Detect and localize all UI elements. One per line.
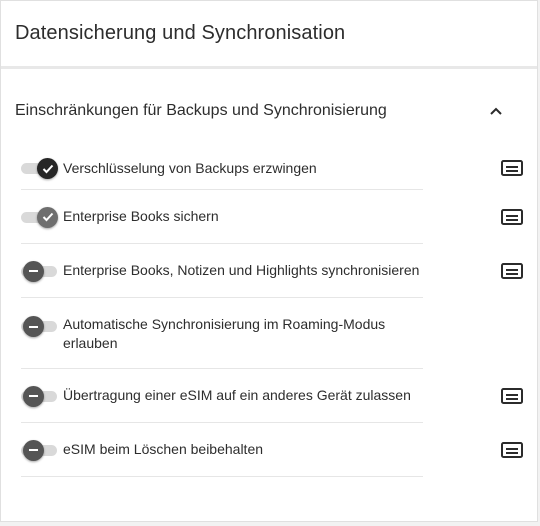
setting-row-backup-encryption: Verschlüsselung von Backups erzwingen (21, 147, 523, 190)
settings-list: Verschlüsselung von Backups erzwingen En… (1, 147, 537, 477)
check-icon (42, 212, 53, 222)
toggle-esim-transfer[interactable] (21, 385, 61, 407)
toggle-enterprise-books-sync[interactable] (21, 260, 61, 282)
details-card-icon[interactable] (501, 388, 523, 404)
settings-panel: Datensicherung und Synchronisation Einsc… (0, 0, 538, 522)
setting-label: Übertragung einer eSIM auf ein anderes G… (63, 387, 411, 403)
toggle-roaming-sync[interactable] (21, 315, 61, 337)
toggle-knob (37, 158, 58, 179)
check-icon (42, 164, 53, 173)
minus-icon (23, 439, 44, 461)
setting-label: Verschlüsselung von Backups erzwingen (63, 159, 317, 176)
setting-row-enterprise-books-sync: Enterprise Books, Notizen und Highlights… (21, 244, 523, 298)
setting-label: Automatische Synchronisierung im Roaming… (63, 316, 386, 351)
section-title: Einschränkungen für Backups und Synchron… (15, 102, 387, 119)
toggle-enterprise-books-backup[interactable] (21, 206, 61, 228)
minus-icon (23, 260, 44, 282)
details-card-icon[interactable] (501, 209, 523, 225)
toggle-esim-keep-on-erase[interactable] (21, 439, 61, 461)
toggle-backup-encryption[interactable] (21, 157, 61, 179)
page-header: Datensicherung und Synchronisation (1, 1, 537, 69)
setting-label: Enterprise Books, Notizen und Highlights… (63, 262, 420, 278)
section-header[interactable]: Einschränkungen für Backups und Synchron… (1, 69, 537, 153)
minus-icon (23, 316, 44, 337)
toggle-knob (37, 206, 58, 228)
details-card-icon[interactable] (501, 160, 523, 176)
setting-row-esim-transfer: Übertragung einer eSIM auf ein anderes G… (21, 369, 523, 423)
setting-label: eSIM beim Löschen beibehalten (63, 441, 264, 457)
setting-label: Enterprise Books sichern (63, 208, 219, 224)
details-card-icon[interactable] (501, 442, 523, 458)
chevron-up-icon[interactable] (489, 104, 503, 118)
setting-row-enterprise-books-backup: Enterprise Books sichern (21, 190, 523, 244)
setting-row-esim-keep-on-erase: eSIM beim Löschen beibehalten (21, 423, 523, 477)
setting-row-roaming-sync: Automatische Synchronisierung im Roaming… (21, 298, 423, 369)
page-title: Datensicherung und Synchronisation (15, 22, 346, 44)
minus-icon (23, 385, 44, 407)
details-card-icon[interactable] (501, 263, 523, 279)
